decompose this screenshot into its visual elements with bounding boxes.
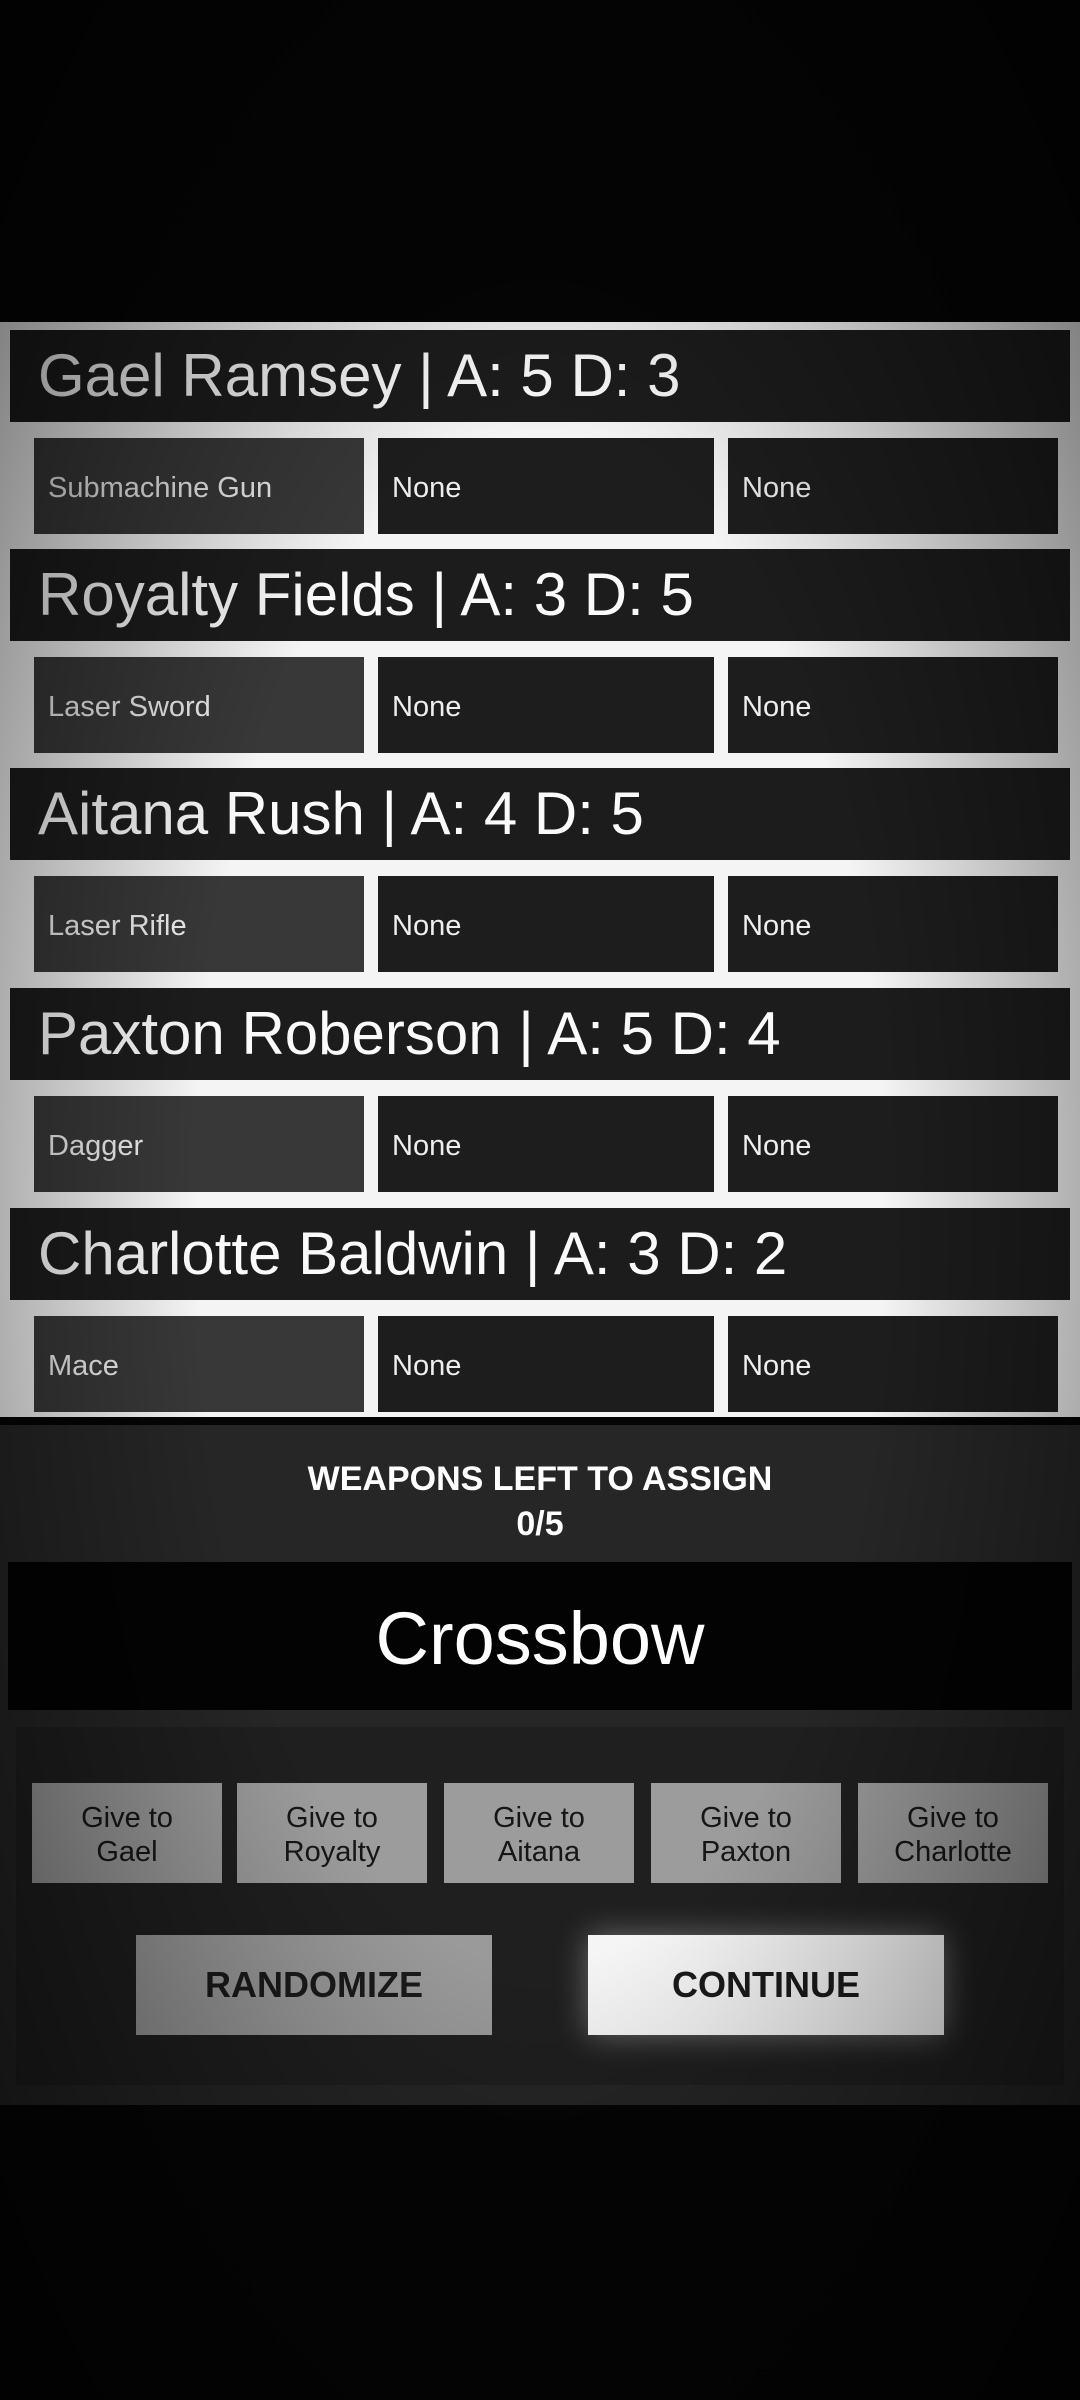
weapon-slot[interactable]: Laser Rifle [34, 876, 364, 972]
randomize-button[interactable]: RANDOMIZE [136, 1935, 492, 2035]
give-to-button[interactable]: Give to Aitana [444, 1783, 634, 1883]
character-roster: Gael Ramsey | A: 5 D: 3 Submachine Gun Non… [0, 322, 1080, 1417]
weapon-slot-label: Mace [48, 1350, 119, 1382]
weapon-slot[interactable]: None [728, 876, 1058, 972]
weapon-slot[interactable]: None [378, 876, 714, 972]
weapon-slots: Submachine Gun None None [20, 430, 1060, 534]
weapon-slot[interactable]: None [378, 438, 714, 534]
weapon-slot[interactable]: Mace [34, 1316, 364, 1412]
weapon-slot-label: None [742, 1130, 812, 1162]
weapon-slots: Mace None None [20, 1308, 1060, 1412]
weapon-slot[interactable]: None [378, 657, 714, 753]
weapon-slot-label: None [742, 910, 812, 942]
weapon-slot-label: Laser Rifle [48, 910, 187, 942]
character-card: Aitana Rush | A: 4 D: 5 Laser Rifle None No… [6, 760, 1074, 972]
weapon-slot[interactable]: Submachine Gun [34, 438, 364, 534]
weapon-slot[interactable]: None [728, 438, 1058, 534]
weapons-left-count: 0/5 [516, 1505, 564, 1543]
weapon-slot[interactable]: None [728, 657, 1058, 753]
weapon-slot[interactable]: Laser Sword [34, 657, 364, 753]
weapon-slot-label: Laser Sword [48, 691, 211, 723]
weapon-slot[interactable]: None [378, 1316, 714, 1412]
weapon-slot-label: None [742, 691, 812, 723]
weapon-slot[interactable]: Dagger [34, 1096, 364, 1192]
character-title: Royalty Fields | A: 3 D: 5 [38, 561, 694, 628]
weapon-slot-label: Submachine Gun [48, 472, 273, 504]
weapon-slot-label: None [392, 910, 462, 942]
weapon-slot[interactable]: None [378, 1096, 714, 1192]
weapon-slots: Laser Sword None None [20, 649, 1060, 753]
character-card: Charlotte Baldwin | A: 3 D: 2 Mace None Non… [6, 1200, 1074, 1412]
give-to-button[interactable]: Give to Charlotte [858, 1783, 1048, 1883]
character-card: Gael Ramsey | A: 5 D: 3 Submachine Gun Non… [6, 322, 1074, 534]
weapon-slot-label: None [392, 472, 462, 504]
weapon-slot[interactable]: None [728, 1096, 1058, 1192]
character-title: Charlotte Baldwin | A: 3 D: 2 [38, 1220, 788, 1287]
current-weapon-name: Crossbow [375, 1597, 705, 1680]
weapon-slot-label: None [742, 1350, 812, 1382]
weapon-slots: Dagger None None [20, 1088, 1060, 1192]
give-to-button[interactable]: Give to Paxton [651, 1783, 841, 1883]
character-title: Gael Ramsey | A: 5 D: 3 [38, 342, 681, 409]
weapon-slot[interactable]: None [728, 1316, 1058, 1412]
current-weapon-display: Crossbow [8, 1562, 1072, 1710]
character-title: Aitana Rush | A: 4 D: 5 [38, 780, 644, 847]
weapon-slot-label: None [392, 1130, 462, 1162]
character-card: Royalty Fields | A: 3 D: 5 Laser Sword Non… [6, 541, 1074, 753]
give-to-button[interactable]: Give to Gael [32, 1783, 222, 1883]
weapon-slots: Laser Rifle None None [20, 868, 1060, 972]
weapon-slot-label: None [742, 472, 812, 504]
weapon-slot-label: None [392, 691, 462, 723]
weapon-slot-label: Dagger [48, 1130, 144, 1162]
continue-button[interactable]: CONTINUE [588, 1935, 944, 2035]
give-to-button[interactable]: Give to Royalty [237, 1783, 427, 1883]
character-title: Paxton Roberson | A: 5 D: 4 [38, 1000, 781, 1067]
weapon-slot-label: None [392, 1350, 462, 1382]
character-card: Paxton Roberson | A: 5 D: 4 Dagger None Non… [6, 980, 1074, 1192]
weapons-left-label: WEAPONS LEFT TO ASSIGN [307, 1460, 773, 1498]
